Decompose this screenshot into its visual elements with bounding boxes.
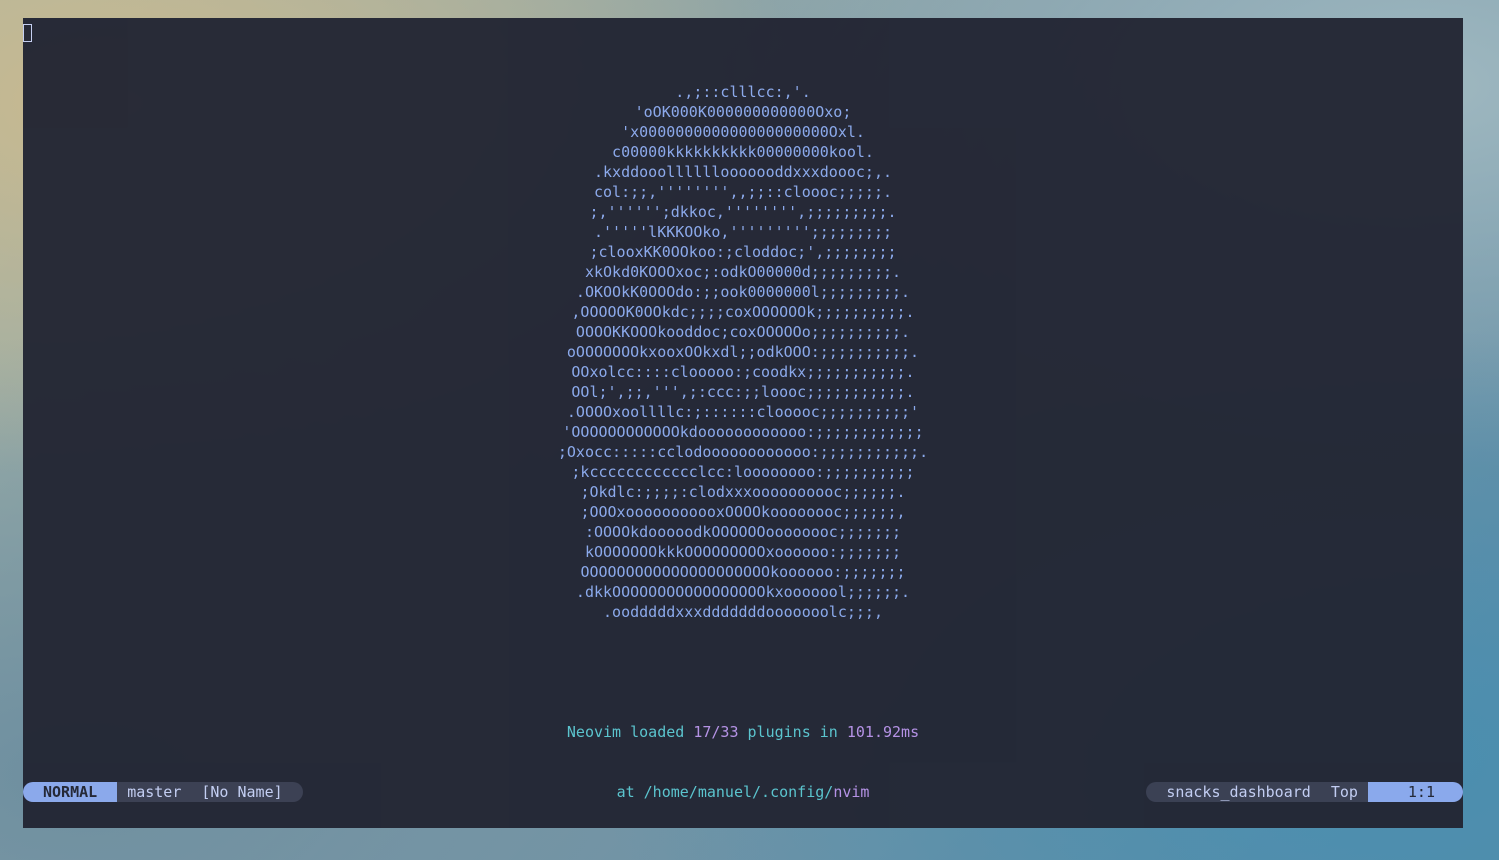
statusline-right: snacks_dashboard Top 1:1 (1146, 782, 1463, 802)
ascii-art-row: col:;;,'''''''',,;;::cloooc;;;;;. (593, 183, 892, 201)
ascii-art-row: .dkkOOOOOOOOOOOOOOOOOkxooooool;;;;;;. (575, 583, 911, 601)
ascii-art-row: 'oOK000K000000000000Oxo; (634, 103, 852, 121)
statusline: NORMAL master [No Name] snacks_dashboard… (23, 782, 1463, 802)
ascii-art-row: .,;::clllcc:,'. (675, 83, 811, 101)
ascii-art-row: c00000kkkkkkkkkk00000000kool. (612, 143, 874, 161)
ascii-art-row: OOOOKKOOOkooddoc;coxOOOOOo;;;;;;;;;;. (575, 323, 911, 341)
ascii-art-row: OOl;',;;,''',;:ccc:;;loooc;;;;;;;;;;;. (571, 383, 915, 401)
ascii-art-row: ;Oxocc:::::cclodoooooooooooo:;;;;;;;;;;;… (557, 443, 929, 461)
ascii-art-row: :OOOOkdooooodkOOOOOOoooooooc;;;;;;; (584, 523, 902, 541)
ascii-art-row: .oodddddxxxdddddddooooooolc;;;, (603, 603, 883, 621)
ascii-art-row: .OOOOxoollllc:;::::::clooooc;;;;;;;;;;' (566, 403, 920, 421)
ascii-art-row: .'''''lKKKOOko,''''''''';;;;;;;;; (593, 223, 892, 241)
ascii-art-row: ;,'''''';dkkoc,'''''''',;;;;;;;;;. (589, 203, 897, 221)
filetype: snacks_dashboard (1146, 782, 1321, 802)
mode-indicator: NORMAL (23, 782, 118, 802)
neovim-terminal-window[interactable]: .,;::clllcc:,'.'oOK000K000000000000Oxo;'… (23, 18, 1463, 828)
ascii-art-row: 'x000000000000000000000Oxl. (621, 123, 865, 141)
ascii-art-row: OOOOOOOOOOOOOOOOOOOOOkoooooo:;;;;;;; (580, 563, 906, 581)
dashboard-ascii-art: .,;::clllcc:,'.'oOK000K000000000000Oxo;'… (23, 82, 1463, 622)
scroll-position: Top (1320, 782, 1368, 802)
git-branch: master (117, 782, 192, 802)
ascii-art-row: ,OOOOOK0OOkdc;;;;coxOOOOOOk;;;;;;;;;;. (571, 303, 915, 321)
load-time: 101.92ms (846, 723, 920, 741)
ascii-art-row: 'OOOOOOOOOOOOkdoooooooooooo:;;;;;;;;;;;; (562, 423, 924, 441)
text-cursor (23, 24, 32, 42)
ascii-art-row: ;clooxKK0OOkoo:;cloddoc;',;;;;;;;; (589, 243, 897, 261)
plugin-count: 17/33 (693, 723, 739, 741)
ascii-art-row: kOOOOOOOkkkOOOOOOOOOxoooooo:;;;;;;; (584, 543, 902, 561)
ascii-art-row: ;kcccccccccccclcc:loooooooo:;;;;;;;;;; (571, 463, 915, 481)
statusline-left: NORMAL master [No Name] (23, 782, 303, 802)
cursor-position: 1:1 (1367, 782, 1463, 802)
ascii-art-row: ;Okdlc:;;;;:clodxxxoooooooooc;;;;;;. (580, 483, 906, 501)
plugins-label: plugins in (738, 723, 847, 741)
ascii-art-row: xkOkd0KOOOxoc;:odkO00000d;;;;;;;;;. (584, 263, 902, 281)
dashboard-footer: Neovim loaded 17/33 plugins in 101.92ms … (23, 682, 1463, 842)
ascii-art-row: oOOOOOOOkxooxOOkxdl;;odkOOO:;;;;;;;;;;. (566, 343, 920, 361)
ascii-art-row: .kxddooollllllooooooddxxxdoooc;,. (593, 163, 892, 181)
ascii-art-row: .OKOOkK0OOOdo:;;ook0000000l;;;;;;;;;. (575, 283, 911, 301)
startup-stats-line: Neovim loaded 17/33 plugins in 101.92ms (23, 722, 1463, 742)
loaded-label: Neovim loaded (566, 723, 694, 741)
ascii-art-row: ;OOOxooooooooooxOOOOkoooooooc;;;;;;, (580, 503, 906, 521)
buffer-name: [No Name] (191, 782, 303, 802)
ascii-art-row: OOxolcc::::clooooo:;coodkx;;;;;;;;;;;. (571, 363, 915, 381)
